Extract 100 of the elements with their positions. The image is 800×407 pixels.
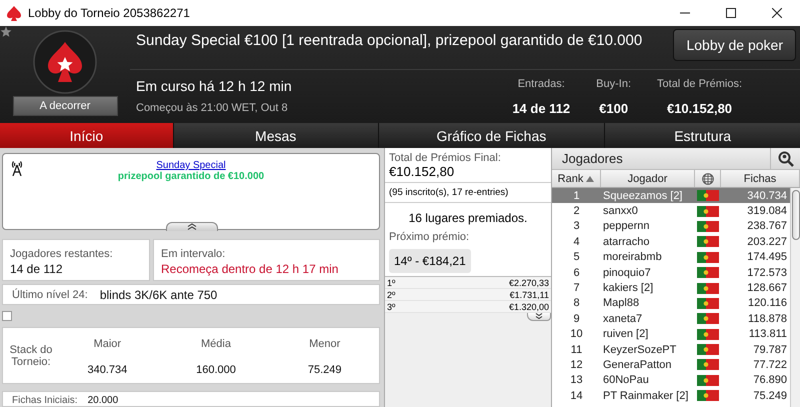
flag-icon — [697, 313, 719, 324]
flag-icon — [697, 359, 719, 370]
rank-cell-text: 11 — [570, 344, 584, 356]
stat-label: Buy-In: — [596, 78, 632, 90]
rank-cell-text: 13 — [569, 374, 584, 386]
table-row[interactable]: 8 Mapl88 120.116 — [552, 296, 790, 312]
chips-cell-text: 118.878 — [747, 312, 788, 325]
scroll-thumb[interactable] — [792, 190, 800, 240]
table-row[interactable]: 12 GeneraPatton 77.722 — [552, 357, 790, 373]
break-label: Em intervalo: — [161, 248, 226, 260]
player-name: atarracho — [602, 236, 650, 248]
stack-value: 75.249 — [308, 364, 342, 376]
antenna-icon — [10, 160, 24, 176]
flag-icon — [697, 282, 719, 294]
chips-cell-text: 319.084 — [746, 205, 788, 218]
table-row[interactable]: 1 Squeezamos [2] 340.734 — [552, 188, 790, 204]
prize-total-label: Total de Prémios Final: — [389, 152, 502, 164]
table-row[interactable]: 13 60NoPau 76.890 — [552, 372, 790, 388]
chips-cell-text: 79.787 — [752, 344, 788, 356]
rank-cell-text: 8 — [572, 297, 581, 310]
stack-value: 340.734 — [87, 364, 128, 376]
stat-label: Entradas: — [518, 78, 565, 90]
flag-icon — [697, 220, 719, 232]
table-row[interactable]: 2 sanxx0 319.084 — [552, 203, 790, 219]
next-prize-label: Próximo prémio: — [389, 231, 470, 243]
break-value: Recomeça dentro de 12 h 17 min — [161, 262, 340, 276]
prize-amount: €1.731,11 — [510, 290, 549, 300]
chips-cell-text: 174.495 — [746, 251, 788, 264]
status-ribbon: A decorrer — [12, 96, 118, 116]
paid-places-text: 16 lugares premiados. — [408, 211, 528, 225]
window-title: Lobby do Torneio 2053862271 — [28, 6, 191, 20]
table-row[interactable]: 4 atarracho 203.227 — [552, 234, 790, 250]
tournament-title: Sunday Special €100 [1 reentrada opcional], prizepool garantido de €10.000 — [136, 32, 642, 49]
column-header[interactable]: Fichas — [721, 170, 800, 187]
player-name: sanxx0 — [602, 205, 639, 218]
tab[interactable]: Mesas — [174, 123, 378, 148]
player-name: ruiven [2] — [602, 328, 650, 340]
stack-column-label: Maior — [94, 338, 122, 350]
flag-icon — [697, 206, 719, 217]
prize-place: 3º — [387, 302, 396, 312]
news-link[interactable]: Sunday Special — [156, 160, 226, 171]
prize-place: 2º — [387, 290, 396, 300]
tab[interactable]: Estrutura — [605, 123, 800, 148]
spade-icon — [6, 4, 22, 22]
table-row[interactable]: 11 KeyzerSozePT 79.787 — [552, 342, 790, 358]
rank-cell-text: 12 — [569, 358, 584, 371]
flag-icon — [697, 298, 719, 309]
checkbox[interactable] — [2, 311, 12, 322]
close-icon — [772, 8, 782, 18]
star-icon — [0, 26, 12, 38]
rank-cell-text: 14 — [569, 390, 584, 402]
rank-cell-text: 5 — [572, 251, 581, 264]
collapse-tab[interactable] — [166, 222, 218, 231]
table-row[interactable]: 3 peppernn 238.767 — [552, 218, 790, 234]
column-header[interactable]: Jogador — [601, 170, 695, 187]
start-time: Começou às 21:00 WET, Out 8 — [136, 102, 289, 114]
player-name: peppernn — [602, 220, 650, 232]
prize-total-value: €10.152,80 — [389, 164, 456, 179]
spade-logo-icon — [33, 30, 97, 94]
chips-cell-text: 75.249 — [752, 390, 788, 402]
rank-cell-text: 2 — [572, 205, 581, 218]
tab[interactable]: Gráfico de Fichas — [378, 123, 604, 148]
column-header[interactable]: Rank — [552, 170, 601, 187]
lobby-button[interactable]: Lobby de poker — [673, 29, 796, 61]
chips-cell-text: 340.734 — [746, 190, 788, 202]
scrollbar[interactable] — [790, 188, 800, 407]
player-name: Mapl88 — [602, 297, 640, 310]
stat-value: €10.152,80 — [666, 101, 732, 116]
stack-value: 160.000 — [196, 364, 236, 376]
chips-cell-text: 76.890 — [752, 374, 788, 386]
sort-up-icon — [586, 176, 594, 182]
player-name: kakiers [2] — [602, 282, 654, 294]
tab[interactable]: Início — [0, 123, 173, 148]
rank-cell-text: 4 — [572, 236, 581, 248]
player-name: PT Rainmaker [2] — [602, 390, 690, 402]
player-name: GeneraPatton — [602, 358, 672, 371]
players-title: Jogadores — [562, 151, 623, 166]
table-row[interactable]: 10 ruiven [2] 113.811 — [552, 326, 790, 342]
stat-value: 14 de 112 — [512, 101, 570, 116]
stack-column-label: Média — [201, 338, 231, 350]
search-icon — [778, 150, 794, 166]
flag-icon — [697, 328, 719, 340]
player-name: Squeezamos [2] — [602, 190, 684, 202]
news-text: prizepool garantido de €10.000 — [118, 171, 264, 182]
table-row[interactable]: 6 pinoquio7 172.573 — [552, 264, 790, 280]
entries-text: (95 inscrito(s), 17 re-entries) — [385, 183, 551, 203]
player-name: KeyzerSozePT — [602, 344, 678, 356]
maximize-icon — [726, 8, 736, 18]
chips-cell-text: 77.722 — [752, 358, 788, 371]
table-row[interactable]: 5 moreirabmb 174.495 — [552, 250, 790, 265]
table-row[interactable]: 7 kakiers [2] 128.667 — [552, 280, 790, 296]
table-row[interactable]: 14 PT Rainmaker [2] 75.249 — [552, 388, 790, 404]
rank-cell-text: 1 — [572, 190, 581, 202]
double-caret-down-icon — [535, 313, 543, 319]
double-caret-up-icon — [187, 222, 197, 230]
table-row[interactable]: 9 xaneta7 118.878 — [552, 311, 790, 327]
globe-icon — [702, 172, 714, 184]
prize-amount: €1.320,00 — [508, 302, 549, 312]
chips-cell-text: 128.667 — [746, 282, 788, 294]
expand-tab[interactable] — [527, 313, 551, 321]
